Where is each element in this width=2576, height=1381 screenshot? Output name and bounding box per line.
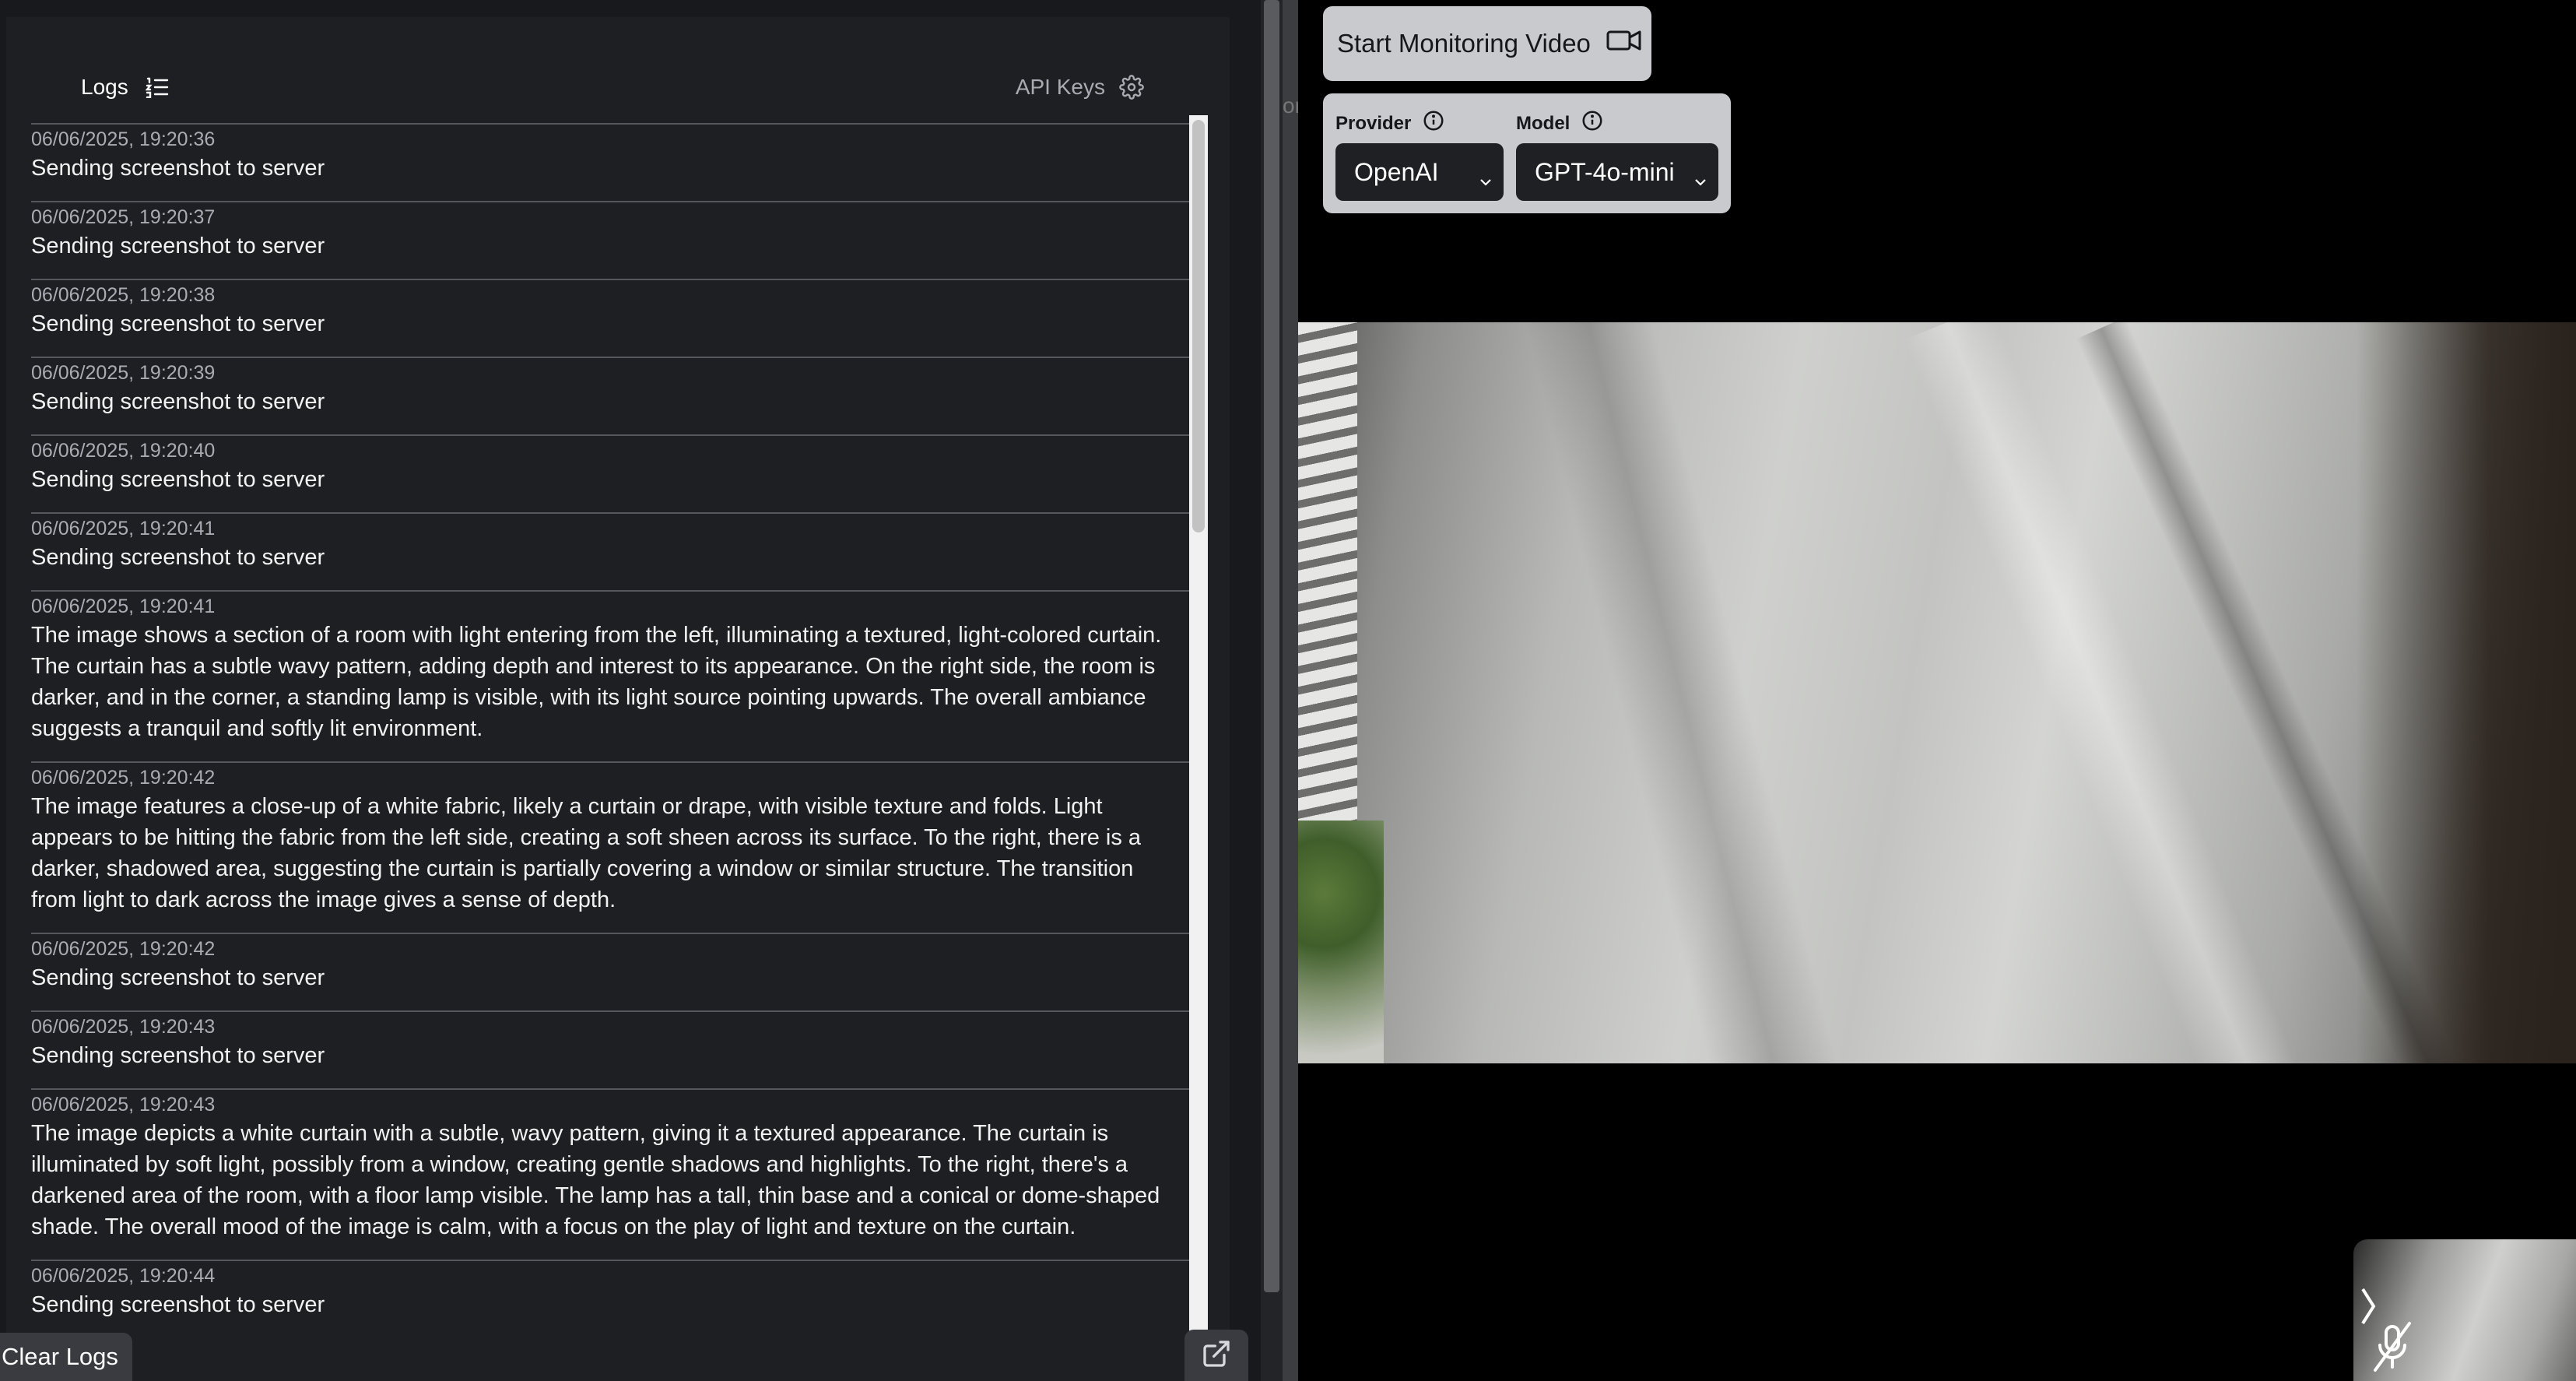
log-entry: 06/06/2025, 19:20:44 Sending screenshot t… [31,1260,1189,1337]
model-select[interactable]: GPT-4o-mini [1516,143,1718,201]
video-feed [1298,322,2576,1063]
log-message: Sending screenshot to server [31,1292,325,1317]
external-link-icon [1201,1338,1232,1373]
log-timestamp: 06/06/2025, 19:20:36 [31,128,216,150]
chevron-down-icon [1693,165,1707,194]
video-window-trees [1298,821,1384,1063]
video-blinds [1298,322,1357,844]
log-list[interactable]: 06/06/2025, 19:20:36 Sending screenshot t… [31,123,1189,1381]
start-monitoring-button[interactable]: Start Monitoring Video [1323,6,1651,81]
log-entry: 06/06/2025, 19:20:41 The image shows a se… [31,590,1189,761]
log-timestamp: 06/06/2025, 19:20:41 [31,596,216,617]
model-select-value: GPT-4o-mini [1535,157,1675,186]
curtain-fold [1523,322,1851,1063]
log-entry: 06/06/2025, 19:20:38 Sending screenshot t… [31,279,1189,357]
log-message: Sending screenshot to server [31,156,325,181]
video-camera-icon [1606,28,1642,59]
divider-handle[interactable] [1264,0,1279,1292]
log-message: Sending screenshot to server [31,389,325,414]
log-entry: 06/06/2025, 19:20:40 Sending screenshot t… [31,434,1189,512]
divider-edge [1283,0,1298,1381]
model-label: Model [1516,112,1571,134]
log-timestamp: 06/06/2025, 19:20:42 [31,767,216,789]
log-timestamp: 06/06/2025, 19:20:42 [31,938,216,960]
list-ordered-icon [145,76,169,98]
log-scrollbar-thumb[interactable] [1192,120,1205,532]
log-message: Sending screenshot to server [31,1043,325,1068]
tab-api-keys[interactable]: API Keys [1016,69,1144,106]
logs-panel: Logs API Keys 06/06/2025, 19:20:36 Sendi… [6,17,1230,1381]
chevron-down-icon [1479,165,1493,194]
log-scrollbar[interactable] [1189,115,1208,1381]
divider-peek-text: or [1283,93,1298,118]
log-timestamp: 06/06/2025, 19:20:40 [31,440,216,462]
log-entry: 06/06/2025, 19:20:42 Sending screenshot t… [31,933,1189,1010]
provider-select-value: OpenAI [1354,157,1439,186]
left-panel: Logs API Keys 06/06/2025, 19:20:36 Sendi… [0,0,1261,1381]
log-message: Sending screenshot to server [31,965,325,990]
app-root: Logs API Keys 06/06/2025, 19:20:36 Sendi… [0,0,2576,1381]
log-entry: 06/06/2025, 19:20:36 Sending screenshot t… [31,123,1189,201]
logs-header: Logs API Keys [6,17,1230,123]
log-timestamp: 06/06/2025, 19:20:43 [31,1016,216,1038]
start-monitoring-label: Start Monitoring Video [1337,29,1591,58]
log-entry: 06/06/2025, 19:20:43 Sending screenshot t… [31,1010,1189,1088]
log-timestamp: 06/06/2025, 19:20:43 [31,1094,216,1116]
video-shadow [2357,322,2576,1063]
popout-button[interactable] [1184,1330,1248,1381]
log-entry: 06/06/2025, 19:20:41 Sending screenshot t… [31,512,1189,590]
tab-logs-label: Logs [81,75,128,99]
microphone-off-icon[interactable] [2369,1316,2416,1378]
tab-api-keys-label: API Keys [1015,75,1105,99]
log-message: Sending screenshot to server [31,234,325,258]
log-message: Sending screenshot to server [31,545,325,570]
log-entry: 06/06/2025, 19:20:42 The image features a… [31,761,1189,933]
gear-icon [1119,75,1144,100]
log-timestamp: 06/06/2025, 19:20:37 [31,206,216,228]
log-message: Sending screenshot to server [31,467,325,492]
log-message: The image shows a section of a room with… [31,623,1162,741]
log-entry: 06/06/2025, 19:20:43 The image depicts a … [31,1088,1189,1260]
provider-label: Provider [1335,112,1412,134]
log-entry: 06/06/2025, 19:20:39 Sending screenshot t… [31,357,1189,434]
log-entry: 06/06/2025, 19:20:37 Sending screenshot t… [31,201,1189,279]
log-timestamp: 06/06/2025, 19:20:44 [31,1265,216,1287]
mini-video-preview[interactable] [2353,1239,2576,1381]
info-icon[interactable] [1581,109,1604,138]
tab-logs[interactable]: Logs [81,69,169,106]
log-message: The image features a close-up of a white… [31,794,1142,912]
log-timestamp: 06/06/2025, 19:20:39 [31,362,216,384]
log-timestamp: 06/06/2025, 19:20:41 [31,518,216,539]
info-icon[interactable] [1422,109,1445,138]
model-settings-card: Provider Model OpenAI GPT-4o-mini [1323,93,1731,213]
log-message: Sending screenshot to server [31,311,325,336]
provider-label-row: Provider [1335,109,1445,138]
log-timestamp: 06/06/2025, 19:20:38 [31,284,216,306]
clear-logs-button[interactable]: Clear Logs [0,1333,132,1381]
model-label-row: Model [1516,109,1604,138]
provider-select[interactable]: OpenAI [1335,143,1504,201]
log-message: The image depicts a white curtain with a… [31,1121,1160,1239]
